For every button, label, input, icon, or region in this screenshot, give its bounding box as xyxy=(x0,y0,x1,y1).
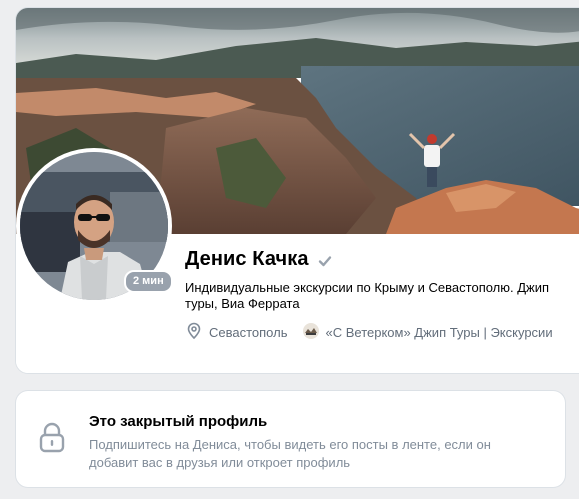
detail-city-label: Севастополь xyxy=(209,325,288,340)
name-row: Денис Качка xyxy=(185,248,333,271)
verified-icon[interactable] xyxy=(317,253,333,269)
profile-name: Денис Качка xyxy=(185,248,309,270)
private-profile-card: Это закрытый профиль Подпишитесь на Дени… xyxy=(16,391,565,487)
avatar-wrap: 2 мин xyxy=(16,148,173,304)
online-badge: 2 мин xyxy=(124,270,173,293)
detail-work[interactable]: «С Ветерком» Джип Туры | Экскурсии xyxy=(302,322,553,343)
detail-city[interactable]: Севастополь xyxy=(185,322,288,343)
lock-icon xyxy=(38,421,66,458)
profile-status: Индивидуальные экскурсии по Крыму и Сева… xyxy=(185,280,550,311)
private-profile-text: Подпишитесь на Дениса, чтобы видеть его … xyxy=(89,437,491,470)
company-logo-icon xyxy=(302,322,320,343)
detail-work-label: «С Ветерком» Джип Туры | Экскурсии xyxy=(325,325,553,340)
profile-details: Севастополь «С Ветерком» Джип Туры | Экс… xyxy=(185,322,567,343)
private-profile-title: Это закрытый профиль xyxy=(89,413,268,430)
profile-page: 2 мин Денис Качка Индивидуальные экскурс… xyxy=(0,0,579,499)
location-pin-icon xyxy=(185,322,203,343)
